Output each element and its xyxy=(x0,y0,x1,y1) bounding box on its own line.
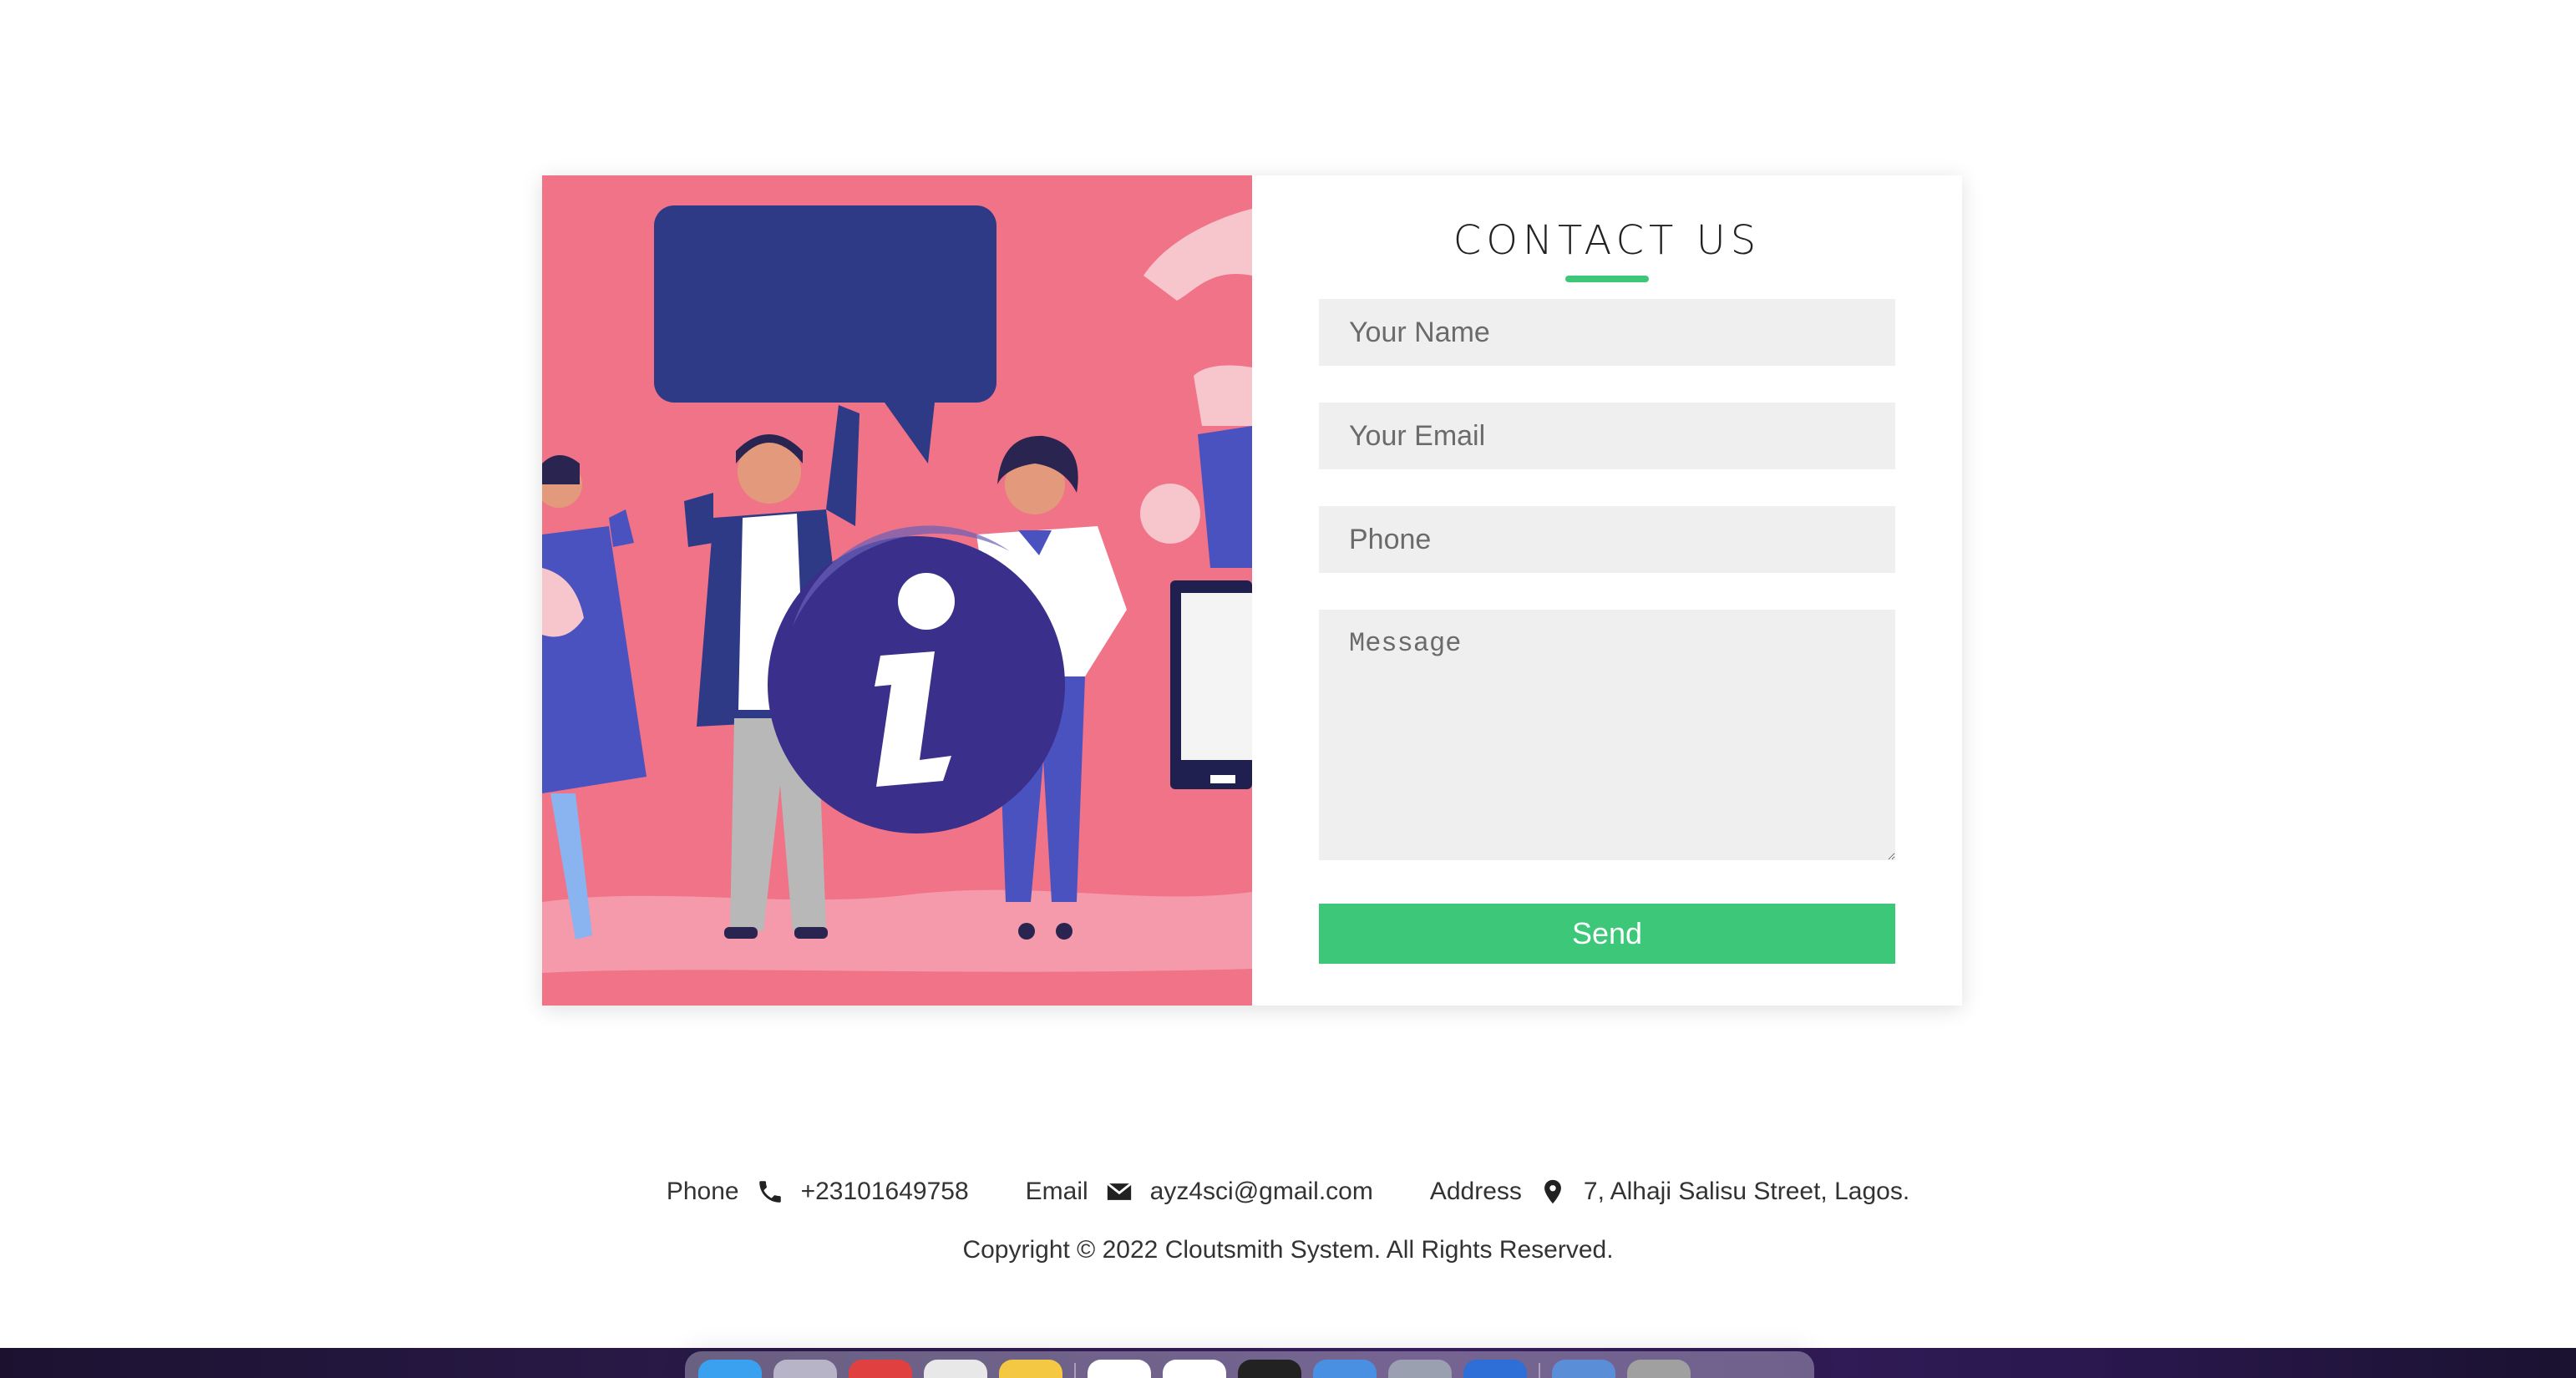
dock-app-icon[interactable] xyxy=(1313,1360,1377,1378)
email-value: ayz4sci@gmail.com xyxy=(1149,1178,1373,1205)
page: CONTACT US Send Phone +23101649758 Email… xyxy=(0,0,2576,1378)
dock-app-icon[interactable] xyxy=(1388,1360,1452,1378)
info-icon xyxy=(898,573,955,630)
dock-app-icon[interactable] xyxy=(1463,1360,1527,1378)
email-label: Email xyxy=(1025,1178,1088,1205)
phone-value: +23101649758 xyxy=(800,1178,969,1205)
contact-illustration xyxy=(542,175,1252,1006)
dock-app-icon[interactable] xyxy=(849,1360,912,1378)
footer-contact-info: Phone +23101649758 Email ayz4sci@gmail.c… xyxy=(0,1178,2576,1206)
dock-separator xyxy=(1539,1363,1540,1378)
copyright-text: Copyright © 2022 Cloutsmith System. All … xyxy=(962,1236,1614,1264)
customer-support-illustration xyxy=(542,175,1252,1006)
contact-card: CONTACT US Send xyxy=(542,175,1962,1006)
dock-app-icon[interactable] xyxy=(999,1360,1062,1378)
phone-icon xyxy=(756,1178,784,1206)
name-field[interactable] xyxy=(1319,299,1895,366)
dock-app-icon[interactable] xyxy=(773,1360,837,1378)
email-field[interactable] xyxy=(1319,403,1895,469)
dock-separator xyxy=(1074,1363,1076,1378)
dock-app-icon[interactable] xyxy=(1163,1360,1226,1378)
page-title: CONTACT US xyxy=(1453,217,1762,264)
address-value: 7, Alhaji Salisu Street, Lagos. xyxy=(1583,1178,1910,1205)
dock-app-icon[interactable] xyxy=(1627,1360,1691,1378)
phone-field[interactable] xyxy=(1319,506,1895,573)
phone-label: Phone xyxy=(666,1178,739,1205)
dock-app-icon[interactable] xyxy=(1238,1360,1301,1378)
map-pin-icon xyxy=(1539,1178,1567,1206)
footer-address: Address 7, Alhaji Salisu Street, Lagos. xyxy=(1430,1178,1909,1206)
dock-app-icon[interactable] xyxy=(924,1360,987,1378)
contact-form: CONTACT US Send xyxy=(1252,175,1962,1006)
dock xyxy=(685,1351,1814,1378)
message-field[interactable] xyxy=(1319,610,1895,860)
envelope-icon xyxy=(1105,1178,1133,1206)
title-underline xyxy=(1565,276,1649,282)
dock-app-icon[interactable] xyxy=(1552,1360,1615,1378)
dock-app-icon[interactable] xyxy=(1088,1360,1151,1378)
footer-phone: Phone +23101649758 xyxy=(667,1178,969,1206)
dock-app-icon[interactable] xyxy=(698,1360,762,1378)
footer-email: Email ayz4sci@gmail.com xyxy=(1026,1178,1373,1206)
send-button[interactable]: Send xyxy=(1319,904,1895,964)
address-label: Address xyxy=(1429,1178,1522,1205)
